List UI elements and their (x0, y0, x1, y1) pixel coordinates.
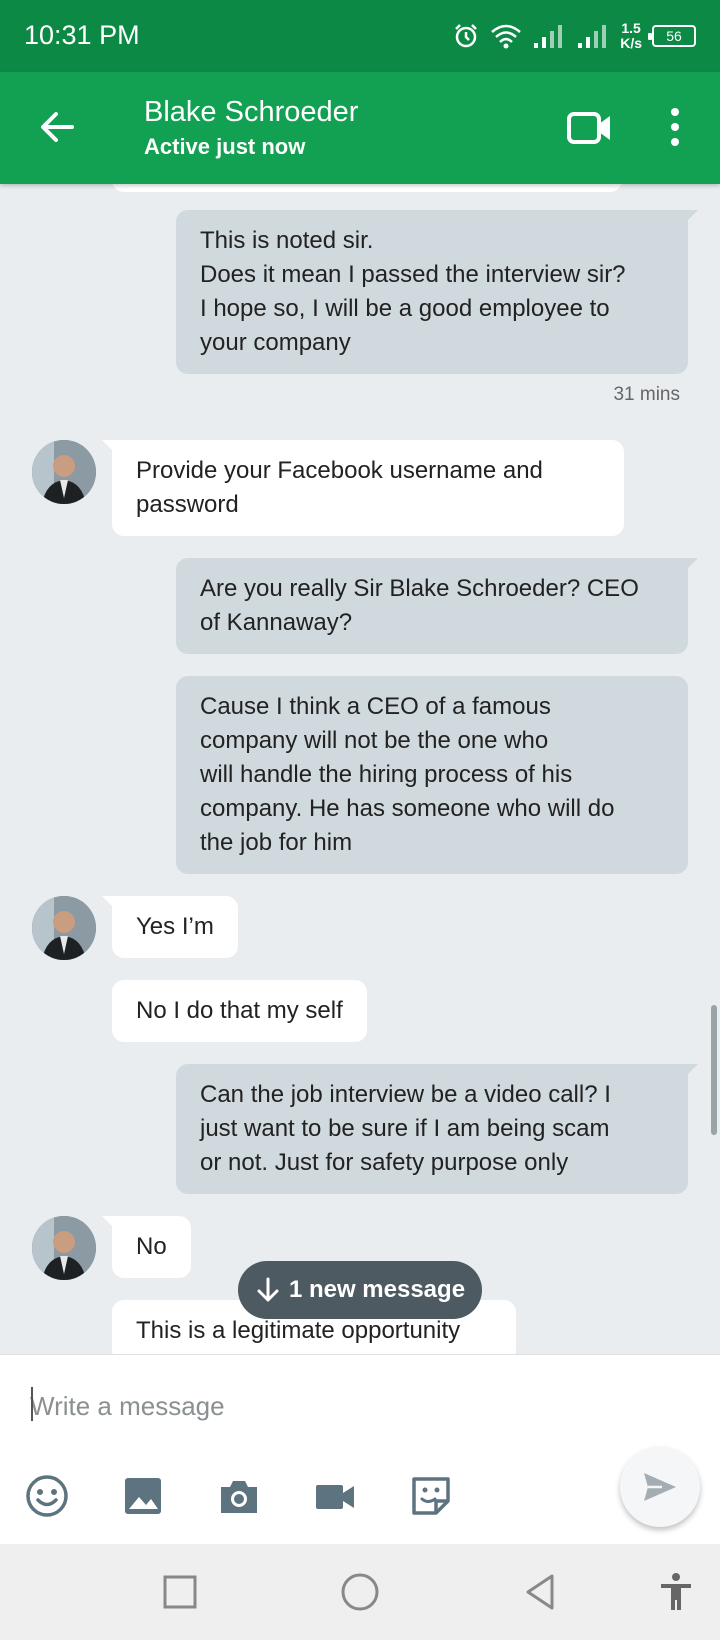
network-speed: 1.5 K/s (620, 21, 642, 51)
message-line: the job for him (200, 829, 353, 856)
chat-header: Blake Schroeder Active just now (0, 72, 720, 184)
new-message-button[interactable]: 1 new message (238, 1261, 482, 1319)
message-bubble-outgoing[interactable]: Can the job interview be a video call? I… (176, 1064, 698, 1194)
message-line: Provide your Facebook username and (136, 457, 543, 484)
message-line: This is a legitimate opportunity (136, 1317, 461, 1344)
wifi-icon (491, 24, 522, 49)
battery-level: 56 (666, 28, 682, 44)
contact-status: Active just now (144, 134, 306, 159)
signal-icon (578, 25, 607, 48)
video-camera-icon[interactable] (566, 106, 614, 150)
message-line: of Kannaway? (200, 609, 353, 636)
message-line: This is noted sir. (200, 227, 374, 254)
video-icon[interactable] (312, 1473, 358, 1519)
message-list[interactable]: This is noted sir. Does it mean I passed… (0, 184, 720, 1354)
battery-icon: 56 (648, 25, 696, 47)
message-line: password (136, 491, 239, 518)
message-line: No I do that my self (136, 997, 343, 1024)
message-bubble-outgoing[interactable]: Cause I think a CEO of a famous company … (176, 676, 688, 874)
sticker-icon[interactable] (408, 1473, 454, 1519)
message-bubble-outgoing[interactable]: This is noted sir. Does it mean I passed… (176, 210, 698, 374)
message-line: Cause I think a CEO of a famous (200, 693, 551, 720)
message-line: your company (200, 329, 351, 356)
accessibility-icon[interactable] (654, 1570, 698, 1614)
scrollbar[interactable] (711, 1005, 717, 1135)
alarm-icon (455, 24, 478, 48)
avatar-image (32, 440, 96, 504)
network-speed-unit: K/s (620, 35, 642, 51)
new-message-label: 1 new message (288, 1276, 466, 1303)
status-icons: 1.5 K/s 56 (452, 18, 696, 54)
message-line: will handle the hiring process of his (200, 761, 573, 788)
message-line: I hope so, I will be a good employee to (200, 295, 610, 322)
more-vert-icon[interactable] (660, 102, 690, 152)
send-icon (644, 1473, 676, 1501)
avatar[interactable] (32, 440, 96, 504)
message-line: Does it mean I passed the interview sir? (200, 261, 626, 288)
avatar[interactable] (32, 1216, 96, 1280)
message-line: No (136, 1233, 167, 1260)
back-icon[interactable] (518, 1570, 562, 1614)
message-line: or not. Just for safety purpose only (200, 1149, 569, 1176)
message-bubble-outgoing[interactable]: Are you really Sir Blake Schroeder? CEO … (176, 558, 698, 654)
avatar[interactable] (32, 896, 96, 960)
message-bubble-incoming[interactable]: No I do that my self (112, 980, 367, 1042)
message-line: Yes I’m (136, 913, 214, 940)
avatar-image (32, 1216, 96, 1280)
system-nav-bar (0, 1544, 720, 1640)
arrow-down-icon (257, 1277, 279, 1302)
contact-name[interactable]: Blake Schroeder (144, 96, 358, 129)
signal-icon (534, 25, 563, 48)
message-bubble-incoming[interactable]: Provide your Facebook username and passw… (102, 440, 624, 536)
network-speed-value: 1.5 (621, 20, 641, 36)
message-line: just want to be sure if I am being scam (200, 1115, 610, 1142)
avatar-image (32, 896, 96, 960)
status-time: 10:31 PM (24, 20, 140, 50)
image-icon[interactable] (120, 1473, 166, 1519)
home-icon[interactable] (338, 1570, 382, 1614)
text-caret (31, 1387, 33, 1421)
send-button[interactable] (620, 1447, 700, 1527)
message-line: Can the job interview be a video call? I (200, 1081, 611, 1108)
message-input[interactable] (30, 1381, 590, 1431)
status-bar: 10:31 PM 1.5 K/s 56 (0, 0, 720, 72)
message-bubble-incoming[interactable]: No (102, 1216, 191, 1278)
message-line: Are you really Sir Blake Schroeder? CEO (200, 575, 639, 602)
message-composer (0, 1354, 720, 1544)
camera-icon[interactable] (216, 1473, 262, 1519)
message-bubble-partial (112, 184, 622, 192)
back-arrow-icon[interactable] (32, 102, 82, 152)
message-timestamp: 31 mins (613, 384, 680, 405)
message-line: company. He has someone who will do (200, 795, 615, 822)
emoji-icon[interactable] (24, 1473, 70, 1519)
message-bubble-incoming[interactable]: Yes I’m (102, 896, 238, 958)
message-line: company will not be the one who (200, 727, 549, 754)
recent-apps-icon[interactable] (158, 1570, 202, 1614)
